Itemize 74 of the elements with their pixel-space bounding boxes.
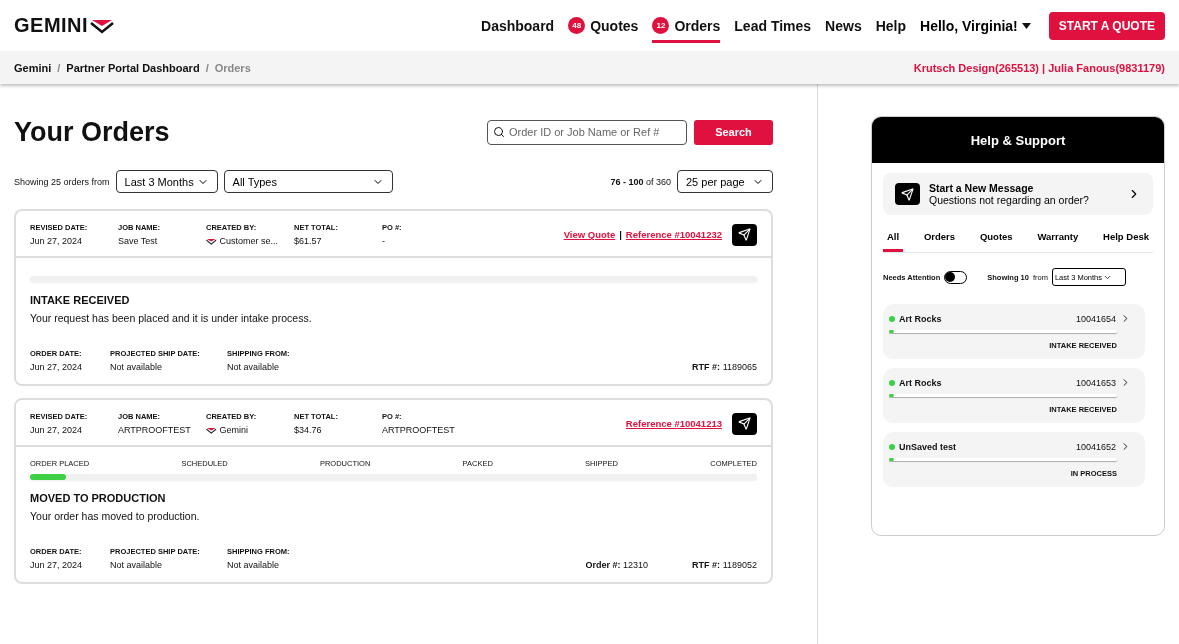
breadcrumb-separator: / — [57, 61, 61, 74]
filter-tab[interactable]: Help Desk — [1099, 227, 1153, 252]
user-menu[interactable]: Hello, Virginia! — [920, 17, 1031, 34]
status-message: Your request has been placed and it is under intake process. — [30, 312, 313, 324]
nav-link[interactable]: Help — [875, 11, 906, 43]
breadcrumb-link[interactable]: Partner Portal Dashboard — [66, 61, 200, 74]
order-status: MOVED TO PRODUCTION — [30, 492, 167, 504]
paper-plane-icon — [895, 183, 920, 205]
showing-label: Showing 25 orders from — [14, 176, 110, 187]
nav-link[interactable]: 12 Orders — [652, 11, 721, 43]
count-badge: 48 — [568, 17, 586, 34]
send-message-button[interactable] — [732, 223, 757, 246]
period-select[interactable]: Last 3 Months — [115, 170, 218, 193]
field-value: Not available — [110, 560, 164, 570]
count-badge: 12 — [652, 17, 670, 34]
start-quote-button[interactable]: START A QUOTE — [1048, 11, 1165, 40]
order-number: 10041654 — [1075, 313, 1116, 324]
paper-plane-icon — [738, 228, 751, 241]
page-title: Your Orders — [14, 116, 170, 148]
order-link[interactable]: Reference #10041213 — [625, 418, 722, 429]
field-value: ARTPROOFTEST — [118, 425, 191, 435]
reference-number: RTF #: 1189052 — [692, 560, 757, 570]
field-value: Jun 27, 2024 — [30, 362, 84, 372]
field-value: Save Test — [118, 236, 158, 246]
logo-mark-icon — [90, 17, 115, 34]
panel-title: Help & Support — [872, 117, 1164, 163]
field-value: Jun 27, 2024 — [30, 560, 84, 570]
account-info: Krutsch Design(265513) | Julia Fanous(9831179) — [913, 61, 1165, 74]
breadcrumb-separator: / — [205, 61, 209, 74]
needs-attention-toggle[interactable] — [944, 270, 968, 284]
breadcrumb-link[interactable]: Gemini — [14, 61, 52, 74]
filter-tab[interactable]: Warranty — [1033, 227, 1083, 252]
range-label: 76 - 100 of 360 — [610, 176, 671, 187]
field-value: Not available — [227, 362, 281, 372]
field-value: Not available — [227, 560, 281, 570]
link-separator: | — [619, 229, 622, 240]
job-name: UnSaved test — [899, 441, 957, 452]
logo-mark-icon — [206, 237, 217, 245]
reference-number: RTF #: 1189065 — [692, 362, 757, 372]
field-value: Jun 27, 2024 — [30, 425, 83, 435]
new-message-button[interactable]: Start a New Message Questions not regarding an order? — [883, 173, 1153, 215]
order-number: 10041652 — [1075, 441, 1116, 452]
order-link[interactable]: Reference #10041232 — [625, 229, 722, 240]
search-field[interactable]: Order ID or Job Name or Ref # — [487, 119, 687, 145]
job-name: Art Rocks — [899, 377, 942, 388]
send-message-button[interactable] — [732, 412, 757, 435]
paper-plane-icon — [738, 417, 751, 430]
status-message: Your order has moved to production. — [30, 510, 201, 522]
filter-tab[interactable]: Quotes — [975, 227, 1017, 252]
field-value: $61.57 — [294, 236, 322, 246]
type-select[interactable]: All Types — [223, 170, 393, 193]
nav-link[interactable]: News — [825, 11, 862, 43]
nav-link[interactable]: 48 Quotes — [568, 11, 639, 43]
filter-tab[interactable]: All — [883, 227, 904, 252]
order-number: 10041653 — [1075, 377, 1116, 388]
field-value: Jun 27, 2024 — [30, 236, 83, 246]
caret-icon — [1021, 22, 1031, 29]
order-link[interactable]: View Quote — [563, 229, 616, 240]
nav-link[interactable]: Dashboard — [481, 11, 555, 43]
search-button[interactable]: Search — [694, 119, 773, 145]
field-value: Customer se... — [219, 236, 279, 246]
job-name: Art Rocks — [899, 313, 942, 324]
field-value: Gemini — [219, 425, 248, 435]
field-value: - — [382, 236, 385, 246]
field-value: Not available — [110, 362, 164, 372]
field-value: $34.76 — [294, 425, 322, 435]
field-value: ARTPROOFTEST — [382, 425, 455, 435]
reference-number: Order #: 12310 — [585, 560, 649, 570]
nav-link[interactable]: Lead Times — [734, 11, 812, 43]
order-status: INTAKE RECEIVED — [30, 294, 131, 306]
filter-tab[interactable]: Orders — [919, 227, 960, 252]
per-page-select[interactable]: 25 per page — [677, 170, 773, 193]
brand-logo[interactable]: GEMINI — [14, 14, 89, 37]
logo-mark-icon — [206, 426, 217, 434]
